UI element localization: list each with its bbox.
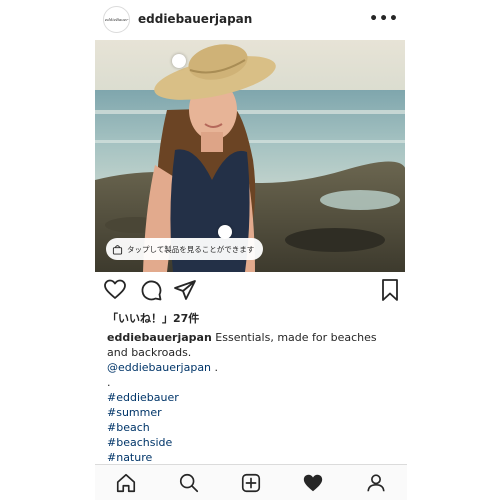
product-tag-dot[interactable] <box>218 225 232 239</box>
tab-home[interactable] <box>111 468 141 498</box>
shopping-prompt[interactable]: タップして製品を見ることができます <box>106 238 264 260</box>
hashtag-link[interactable]: #nature <box>107 450 399 465</box>
post-header: eddieBauer eddiebauerjapan ••• <box>95 0 407 38</box>
shopping-prompt-text: タップして製品を見ることができます <box>127 244 255 254</box>
post-username[interactable]: eddiebauerjapan <box>138 12 252 26</box>
caption-mention-line: @eddiebauerjapan . <box>107 360 399 375</box>
caption-username[interactable]: eddiebauerjapan <box>107 331 212 344</box>
search-icon <box>179 473 198 492</box>
shopping-bag-icon <box>112 244 123 255</box>
caption-body: eddiebauerjapan Essentials, made for bea… <box>107 330 399 360</box>
product-tag-dot[interactable] <box>172 54 186 68</box>
mention-link[interactable]: @eddiebauerjapan <box>107 361 211 374</box>
tab-profile[interactable] <box>361 468 391 498</box>
activity-heart-icon <box>304 474 323 491</box>
add-post-icon <box>241 473 261 492</box>
likes-count[interactable]: 「いいね！」27件 <box>107 310 199 326</box>
hashtag-link[interactable]: #beach <box>107 420 399 435</box>
tab-add-post[interactable] <box>236 468 266 498</box>
bookmark-icon[interactable] <box>379 278 401 302</box>
profile-icon <box>367 473 385 491</box>
home-icon <box>117 473 136 492</box>
heart-outline-icon[interactable] <box>103 278 127 302</box>
share-plane-icon[interactable] <box>173 278 197 302</box>
tab-activity[interactable] <box>298 468 328 498</box>
hashtag-link[interactable]: #summer <box>107 405 399 420</box>
mention-suffix: . <box>211 361 219 374</box>
caption-separator: . <box>107 376 111 389</box>
hashtag-link[interactable]: #beachside <box>107 435 399 450</box>
tab-search[interactable] <box>174 468 204 498</box>
hashtag-link[interactable]: #eddiebauer <box>107 390 399 405</box>
avatar[interactable]: eddieBauer <box>103 5 130 33</box>
bottom-tab-bar <box>95 464 407 500</box>
brand-logo: eddieBauer <box>104 16 129 22</box>
post-caption: eddiebauerjapan Essentials, made for bea… <box>107 330 399 465</box>
more-options-icon[interactable]: ••• <box>369 12 399 26</box>
post-actions <box>95 278 405 304</box>
post-photo[interactable]: タップして製品を見ることができます <box>95 40 405 272</box>
hashtag-list: #eddiebauer #summer #beach #beachside #n… <box>107 390 399 465</box>
comment-icon[interactable] <box>139 278 163 302</box>
